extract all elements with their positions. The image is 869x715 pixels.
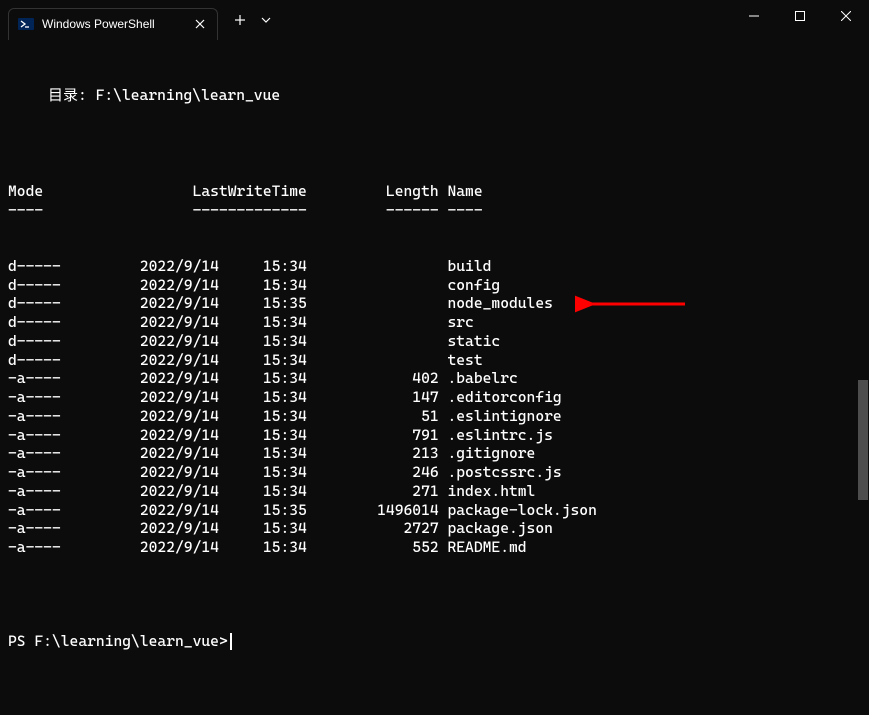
maximize-icon [795, 11, 805, 21]
powershell-icon [18, 16, 34, 32]
close-icon [195, 19, 205, 29]
prompt-line: PS F:\learning\learn_vue> [8, 632, 861, 651]
new-tab-button[interactable] [226, 6, 254, 34]
listing-row: d----- 2022/9/14 15:34 config [8, 276, 861, 295]
chevron-down-icon [261, 17, 271, 23]
directory-line: 目录: F:\learning\learn_vue [48, 86, 861, 105]
listing-row: -a---- 2022/9/14 15:34 552 README.md [8, 538, 861, 557]
listing-row: -a---- 2022/9/14 15:34 2727 package.json [8, 519, 861, 538]
minimize-icon [749, 11, 759, 21]
listing-row: -a---- 2022/9/14 15:35 1496014 package-l… [8, 501, 861, 520]
listing-row: -a---- 2022/9/14 15:34 246 .postcssrc.js [8, 463, 861, 482]
dir-prefix: 目录: [48, 86, 96, 104]
tab-dropdown-button[interactable] [254, 6, 278, 34]
window-close-button[interactable] [823, 0, 869, 32]
prompt-text: PS F:\learning\learn_vue> [8, 632, 228, 650]
listing-row: d----- 2022/9/14 15:35 node_modules [8, 294, 861, 313]
cursor [230, 633, 232, 650]
dir-path: F:\learning\learn_vue [96, 86, 281, 104]
tab-area: Windows PowerShell [0, 0, 278, 40]
listing-row: d----- 2022/9/14 15:34 static [8, 332, 861, 351]
listing-row: d----- 2022/9/14 15:34 src [8, 313, 861, 332]
window-titlebar: Windows PowerShell [0, 0, 869, 40]
listing-row: -a---- 2022/9/14 15:34 51 .eslintignore [8, 407, 861, 426]
tab-title: Windows PowerShell [42, 17, 184, 31]
plus-icon [234, 14, 246, 26]
tab-close-button[interactable] [192, 16, 208, 32]
listing-row: -a---- 2022/9/14 15:34 271 index.html [8, 482, 861, 501]
minimize-button[interactable] [731, 0, 777, 32]
listing-row: -a---- 2022/9/14 15:34 791 .eslintrc.js [8, 426, 861, 445]
listing-row: d----- 2022/9/14 15:34 build [8, 257, 861, 276]
terminal-output[interactable]: 目录: F:\learning\learn_vue Mode LastWrite… [0, 40, 869, 715]
listing-header: Mode LastWriteTime Length Name ---- ----… [8, 182, 861, 220]
window-controls [731, 0, 869, 40]
tab-powershell[interactable]: Windows PowerShell [8, 8, 218, 40]
listing-row: -a---- 2022/9/14 15:34 402 .babelrc [8, 369, 861, 388]
maximize-button[interactable] [777, 0, 823, 32]
listing-row: d----- 2022/9/14 15:34 test [8, 351, 861, 370]
listing-row: -a---- 2022/9/14 15:34 147 .editorconfig [8, 388, 861, 407]
listing-row: -a---- 2022/9/14 15:34 213 .gitignore [8, 444, 861, 463]
scrollbar[interactable] [857, 40, 869, 512]
scrollbar-thumb[interactable] [858, 380, 868, 500]
close-icon [841, 11, 851, 21]
